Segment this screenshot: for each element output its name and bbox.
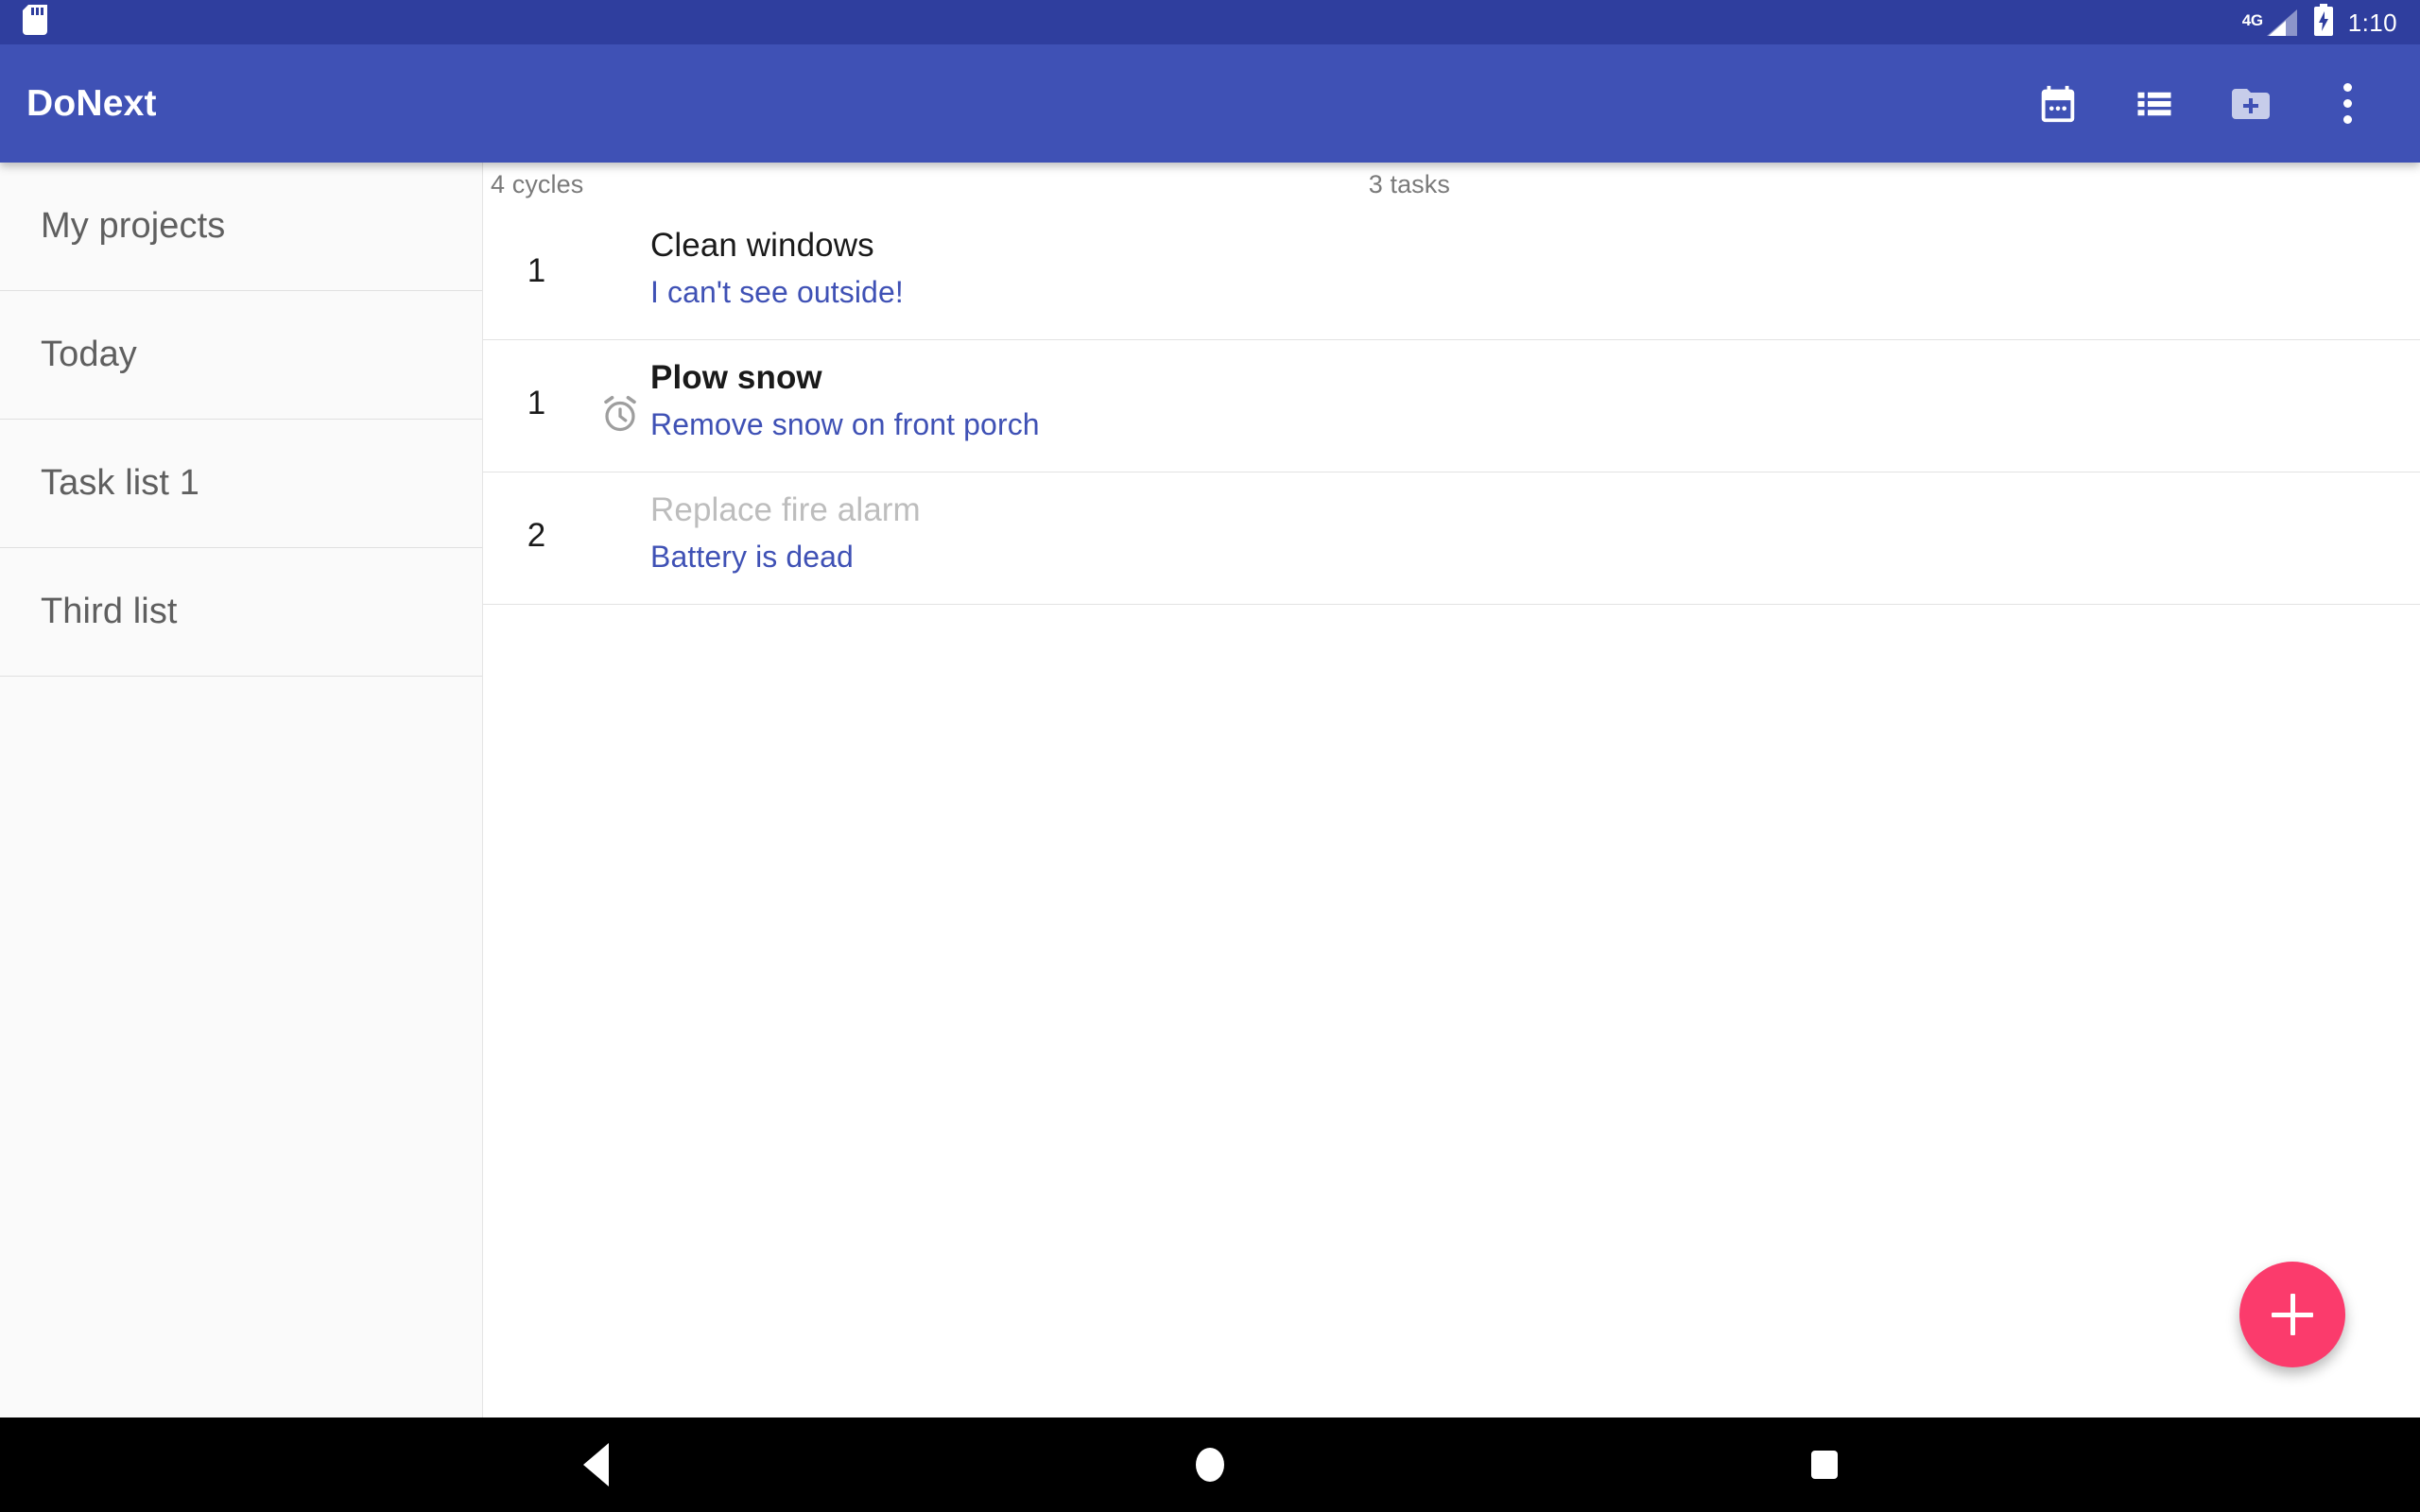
home-circle-icon — [1196, 1448, 1224, 1482]
recents-button[interactable] — [1730, 1418, 1919, 1512]
sidebar-item-my-projects[interactable]: My projects — [0, 163, 482, 291]
cycles-count-label: 4 cycles — [491, 170, 583, 199]
task-text-block: Replace fire alarm Battery is dead — [650, 484, 2420, 577]
cycle-number: 1 — [527, 385, 545, 422]
task-list-header: 4 cycles 3 tasks — [483, 163, 2420, 208]
task-list-panel: 4 cycles 3 tasks 1 Clean windows I can't… — [483, 163, 2420, 1418]
task-subtitle: Remove snow on front porch — [650, 405, 2420, 445]
status-bar: 4G 1:10 — [0, 0, 2420, 44]
app-bar-actions — [2010, 56, 2395, 152]
sidebar-item-today[interactable]: Today — [0, 291, 482, 420]
back-button[interactable] — [501, 1418, 690, 1512]
alarm-clock-icon — [590, 371, 650, 436]
cycle-number: 1 — [527, 252, 545, 290]
status-bar-left — [23, 5, 47, 40]
overflow-dots — [2343, 83, 2352, 124]
task-subtitle: Battery is dead — [650, 538, 2420, 577]
task-title: Clean windows — [650, 225, 2420, 266]
tasks-count-label: 3 tasks — [1369, 170, 1450, 199]
overflow-menu-icon[interactable] — [2299, 56, 2395, 152]
task-title: Plow snow — [650, 357, 2420, 398]
signal-bars-icon: 4G — [2242, 9, 2299, 37]
sidebar: My projects Today Task list 1 Third list — [0, 163, 483, 1418]
recents-square-icon — [1811, 1451, 1838, 1479]
task-text-block: Clean windows I can't see outside! — [650, 219, 2420, 313]
list-view-icon[interactable] — [2106, 56, 2203, 152]
battery-charging-icon — [2312, 4, 2335, 41]
app-title: DoNext — [26, 83, 157, 125]
create-folder-icon[interactable] — [2203, 56, 2299, 152]
sidebar-item-task-list-1[interactable]: Task list 1 — [0, 420, 482, 548]
sd-card-icon — [23, 5, 47, 40]
body: My projects Today Task list 1 Third list… — [0, 163, 2420, 1418]
table-row[interactable]: 2 Replace fire alarm Battery is dead — [483, 472, 2420, 605]
task-cycle-count: 1 — [483, 252, 590, 290]
cycle-number: 2 — [527, 517, 545, 555]
sidebar-item-label: Third list — [41, 592, 178, 632]
calendar-icon[interactable] — [2010, 56, 2106, 152]
task-title: Replace fire alarm — [650, 490, 2420, 530]
app-bar: DoNext — [0, 44, 2420, 163]
android-nav-bar — [0, 1418, 2420, 1512]
sidebar-item-third-list[interactable]: Third list — [0, 548, 482, 677]
sidebar-empty-space — [0, 677, 482, 1418]
plus-icon-vertical — [2290, 1294, 2295, 1335]
status-bar-right: 4G 1:10 — [2242, 4, 2397, 41]
table-row[interactable]: 1 Plow snow Remove snow on front porch — [483, 340, 2420, 472]
task-cycle-count: 2 — [483, 517, 590, 555]
sidebar-item-label: Task list 1 — [41, 463, 199, 504]
status-clock: 1:10 — [2348, 10, 2397, 35]
back-triangle-icon — [583, 1443, 609, 1486]
add-task-fab[interactable] — [2239, 1262, 2345, 1367]
sidebar-item-label: My projects — [41, 206, 225, 247]
task-cycle-count: 1 — [483, 385, 590, 422]
sidebar-item-label: Today — [41, 335, 137, 375]
table-row[interactable]: 1 Clean windows I can't see outside! — [483, 208, 2420, 340]
task-subtitle: I can't see outside! — [650, 273, 2420, 313]
task-text-block: Plow snow Remove snow on front porch — [650, 352, 2420, 445]
app-root: 4G 1:10 DoNext — [0, 0, 2420, 1512]
network-type-label: 4G — [2242, 12, 2263, 28]
home-button[interactable] — [1115, 1418, 1305, 1512]
